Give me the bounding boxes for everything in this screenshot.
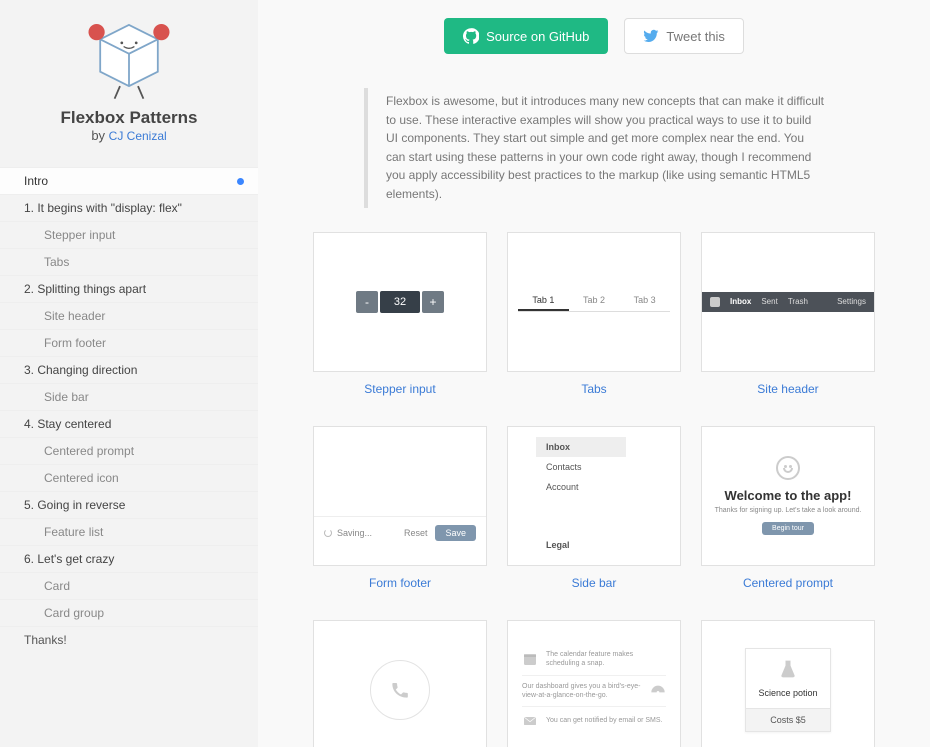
card-label: Tabs bbox=[507, 382, 681, 396]
nav-card-group[interactable]: Card group bbox=[0, 599, 258, 626]
sb-account: Account bbox=[536, 477, 626, 497]
nav-section-6[interactable]: 6. Let's get crazy bbox=[0, 545, 258, 572]
nav-stepper-input[interactable]: Stepper input bbox=[0, 221, 258, 248]
phone-icon bbox=[390, 680, 410, 700]
stepper-plus: + bbox=[422, 291, 444, 313]
fl-text-1: The calendar feature makes scheduling a … bbox=[546, 650, 666, 668]
nav-centered-icon[interactable]: Centered icon bbox=[0, 464, 258, 491]
product-name: Science potion bbox=[750, 688, 826, 698]
card-centered-prompt[interactable]: Welcome to the app! Thanks for signing u… bbox=[701, 426, 875, 590]
envelope-icon bbox=[522, 713, 538, 729]
fl-text-3: You can get notified by email or SMS. bbox=[546, 716, 662, 725]
dashboard-icon bbox=[650, 683, 666, 699]
card-centered-icon[interactable]: Centered icon bbox=[313, 620, 487, 747]
preview-side-bar: Inbox Contacts Account Legal bbox=[507, 426, 681, 566]
card-feature-list[interactable]: The calendar feature makes scheduling a … bbox=[507, 620, 681, 747]
sh-settings: Settings bbox=[837, 297, 866, 306]
sh-trash: Trash bbox=[788, 297, 808, 306]
tab-1: Tab 1 bbox=[518, 291, 569, 311]
github-button[interactable]: Source on GitHub bbox=[444, 18, 608, 54]
cp-button: Begin tour bbox=[762, 522, 814, 535]
nav: Intro 1. It begins with "display: flex" … bbox=[0, 167, 258, 653]
card-label: Form footer bbox=[313, 576, 487, 590]
sb-contacts: Contacts bbox=[536, 457, 626, 477]
main: Source on GitHub Tweet this Flexbox is a… bbox=[258, 0, 930, 747]
card-label: Site header bbox=[701, 382, 875, 396]
app-author-line: by CJ Cenizal bbox=[20, 128, 238, 143]
sb-inbox: Inbox bbox=[536, 437, 626, 457]
preview-stepper: - 32 + bbox=[313, 232, 487, 372]
preview-card: Science potion Costs $5 bbox=[701, 620, 875, 747]
header-buttons: Source on GitHub Tweet this bbox=[288, 18, 900, 54]
logo-icon bbox=[84, 18, 174, 102]
smiley-icon bbox=[776, 456, 800, 480]
nav-side-bar[interactable]: Side bar bbox=[0, 383, 258, 410]
fl-text-2: Our dashboard gives you a bird's-eye-vie… bbox=[522, 682, 642, 700]
twitter-icon bbox=[643, 28, 659, 44]
tab-2: Tab 2 bbox=[569, 291, 620, 311]
intro-text: Flexbox is awesome, but it introduces ma… bbox=[364, 88, 824, 208]
preview-site-header: Inbox Sent Trash Settings bbox=[701, 232, 875, 372]
product-cost: Costs $5 bbox=[746, 708, 830, 731]
nav-section-5[interactable]: 5. Going in reverse bbox=[0, 491, 258, 518]
card-card[interactable]: Science potion Costs $5 Card bbox=[701, 620, 875, 747]
ff-save: Save bbox=[435, 525, 476, 541]
cp-title: Welcome to the app! bbox=[715, 488, 862, 503]
home-icon bbox=[710, 297, 720, 307]
tab-3: Tab 3 bbox=[619, 291, 670, 311]
preview-centered-prompt: Welcome to the app! Thanks for signing u… bbox=[701, 426, 875, 566]
nav-centered-prompt[interactable]: Centered prompt bbox=[0, 437, 258, 464]
stepper-value: 32 bbox=[380, 291, 420, 313]
preview-form-footer: Saving... Reset Save bbox=[313, 426, 487, 566]
ff-saving: Saving... bbox=[337, 528, 372, 538]
spinner-icon bbox=[324, 529, 332, 537]
card-stepper[interactable]: - 32 + Stepper input bbox=[313, 232, 487, 396]
card-site-header[interactable]: Inbox Sent Trash Settings Site header bbox=[701, 232, 875, 396]
nav-intro[interactable]: Intro bbox=[0, 167, 258, 194]
nav-card[interactable]: Card bbox=[0, 572, 258, 599]
card-label: Side bar bbox=[507, 576, 681, 590]
sb-legal: Legal bbox=[536, 535, 626, 555]
stepper-minus: - bbox=[356, 291, 378, 313]
ff-reset: Reset bbox=[404, 528, 428, 538]
preview-centered-icon bbox=[313, 620, 487, 747]
card-form-footer[interactable]: Saving... Reset Save Form footer bbox=[313, 426, 487, 590]
sh-inbox: Inbox bbox=[730, 297, 751, 306]
nav-section-1[interactable]: 1. It begins with "display: flex" bbox=[0, 194, 258, 221]
nav-thanks[interactable]: Thanks! bbox=[0, 626, 258, 653]
preview-tabs: Tab 1 Tab 2 Tab 3 bbox=[507, 232, 681, 372]
github-icon bbox=[463, 28, 479, 44]
author-prefix: by bbox=[91, 128, 108, 143]
card-label: Centered prompt bbox=[701, 576, 875, 590]
flask-icon bbox=[778, 659, 798, 679]
nav-section-3[interactable]: 3. Changing direction bbox=[0, 356, 258, 383]
github-label: Source on GitHub bbox=[486, 29, 589, 44]
card-label: Stepper input bbox=[313, 382, 487, 396]
nav-section-4[interactable]: 4. Stay centered bbox=[0, 410, 258, 437]
card-tabs[interactable]: Tab 1 Tab 2 Tab 3 Tabs bbox=[507, 232, 681, 396]
preview-feature-list: The calendar feature makes scheduling a … bbox=[507, 620, 681, 747]
logo-block: Flexbox Patterns by CJ Cenizal bbox=[0, 18, 258, 157]
nav-feature-list[interactable]: Feature list bbox=[0, 518, 258, 545]
calendar-icon bbox=[522, 651, 538, 667]
nav-site-header[interactable]: Site header bbox=[0, 302, 258, 329]
sh-sent: Sent bbox=[761, 297, 777, 306]
nav-tabs[interactable]: Tabs bbox=[0, 248, 258, 275]
tweet-button[interactable]: Tweet this bbox=[624, 18, 744, 54]
sidebar: Flexbox Patterns by CJ Cenizal Intro 1. … bbox=[0, 0, 258, 747]
tweet-label: Tweet this bbox=[666, 29, 725, 44]
pattern-grid: - 32 + Stepper input Tab 1 Tab 2 Tab 3 T… bbox=[288, 232, 900, 747]
cp-sub: Thanks for signing up. Let's take a look… bbox=[715, 507, 862, 514]
author-link[interactable]: CJ Cenizal bbox=[109, 129, 167, 143]
nav-form-footer[interactable]: Form footer bbox=[0, 329, 258, 356]
card-side-bar[interactable]: Inbox Contacts Account Legal Side bar bbox=[507, 426, 681, 590]
app-title: Flexbox Patterns bbox=[20, 108, 238, 128]
nav-section-2[interactable]: 2. Splitting things apart bbox=[0, 275, 258, 302]
